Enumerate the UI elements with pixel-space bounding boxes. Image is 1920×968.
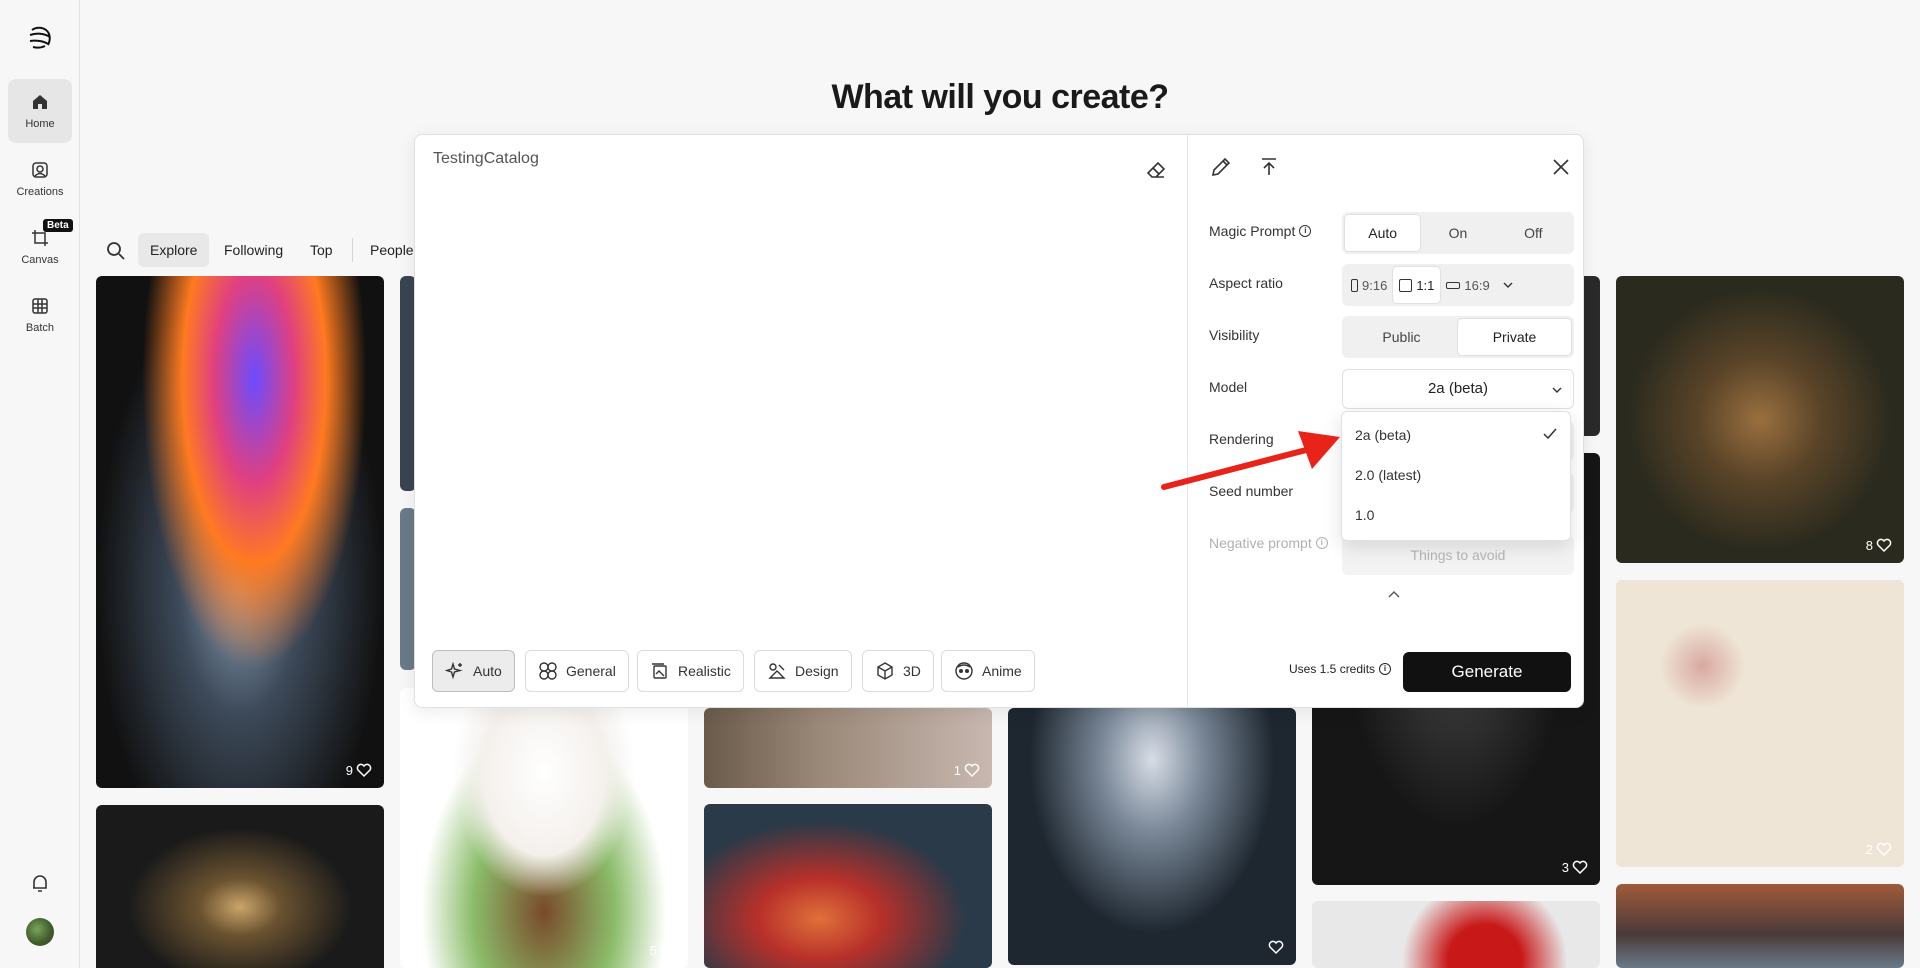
gallery-image[interactable]: 8 — [1616, 276, 1904, 563]
heart-icon — [1876, 842, 1892, 857]
anime-face-icon — [955, 662, 973, 680]
chevron-down-icon — [1503, 282, 1513, 288]
model-option-1-0[interactable]: 1.0 — [1355, 507, 1374, 523]
checkmark-icon — [1543, 428, 1557, 440]
aspect-ratio-toggle: 9:16 1:1 16:9 — [1342, 264, 1574, 306]
gallery-image[interactable]: 5 — [400, 688, 688, 968]
gallery-image[interactable] — [1616, 884, 1904, 968]
credits-info: Uses 1.5 credits i — [1289, 662, 1392, 676]
gallery-image[interactable] — [1312, 901, 1600, 968]
info-icon[interactable]: i — [1315, 537, 1328, 549]
aspect-ratio-9-16[interactable]: 9:16 — [1345, 267, 1393, 303]
sparkle-icon — [445, 661, 463, 680]
notifications-bell-icon[interactable] — [29, 872, 51, 894]
sidebar-item-label: Creations — [16, 186, 64, 198]
visibility-label: Visibility — [1209, 327, 1260, 343]
landscape-icon — [1446, 281, 1461, 289]
heart-icon — [964, 763, 980, 778]
gallery-image[interactable]: 1 — [704, 708, 992, 788]
design-icon — [768, 663, 786, 679]
filter-tab-following[interactable]: Following — [212, 233, 295, 267]
cube-icon — [877, 662, 893, 680]
generate-button[interactable]: Generate — [1403, 652, 1571, 692]
like-counter[interactable]: 1 — [954, 762, 980, 778]
pencil-icon[interactable] — [1209, 155, 1233, 179]
heart-icon — [1572, 860, 1588, 875]
square-icon — [1399, 278, 1413, 292]
general-icon — [539, 662, 557, 680]
like-counter[interactable]: 5 — [650, 942, 676, 958]
gallery-image[interactable] — [96, 805, 384, 968]
negative-prompt-input[interactable]: Things to avoid — [1342, 535, 1574, 575]
aspect-ratio-more[interactable] — [1496, 267, 1520, 303]
sidebar-item-batch[interactable]: Batch — [8, 283, 72, 347]
like-counter[interactable]: 9 — [346, 762, 372, 778]
gallery-image[interactable] — [704, 804, 992, 968]
style-chip-design[interactable]: Design — [754, 650, 852, 692]
like-counter[interactable]: 8 — [1866, 537, 1892, 553]
chevron-down-icon — [1552, 387, 1562, 393]
negative-prompt-label: Negative prompt i — [1209, 535, 1328, 551]
like-counter[interactable]: 2 — [1866, 841, 1892, 857]
magic-prompt-auto[interactable]: Auto — [1345, 215, 1421, 251]
visibility-toggle: Public Private — [1342, 316, 1574, 358]
beta-badge: Beta — [43, 219, 73, 232]
like-counter[interactable] — [1268, 939, 1284, 955]
page-title: What will you create? — [831, 78, 1169, 116]
filter-tab-explore[interactable]: Explore — [138, 233, 210, 267]
gallery-image[interactable]: 2 — [1616, 580, 1904, 867]
creations-icon — [32, 162, 48, 178]
style-chip-auto[interactable]: Auto — [432, 650, 515, 692]
style-chip-3d[interactable]: 3D — [862, 650, 934, 692]
sidebar: Home Creations Canvas Beta Batch — [0, 0, 80, 968]
like-counter[interactable]: 3 — [1562, 859, 1588, 875]
heart-icon — [1876, 538, 1892, 553]
gallery-image[interactable] — [1008, 708, 1296, 965]
portrait-icon — [1351, 278, 1358, 292]
filter-divider — [352, 238, 353, 262]
realistic-icon — [652, 663, 667, 679]
visibility-private[interactable]: Private — [1458, 319, 1571, 355]
heart-icon — [1268, 940, 1284, 955]
style-chip-realistic[interactable]: Realistic — [637, 650, 744, 692]
filter-tab-top[interactable]: Top — [298, 233, 345, 267]
heart-icon — [660, 943, 676, 958]
info-icon[interactable]: i — [1299, 225, 1312, 237]
aspect-ratio-1-1[interactable]: 1:1 — [1393, 267, 1441, 303]
magic-prompt-off[interactable]: Off — [1496, 215, 1571, 251]
model-select[interactable]: 2a (beta) — [1342, 369, 1574, 409]
prompt-area[interactable]: TestingCatalog Auto General Realistic De… — [415, 135, 1188, 707]
style-chip-general[interactable]: General — [525, 650, 629, 692]
model-label: Model — [1209, 379, 1248, 395]
user-avatar[interactable] — [26, 918, 54, 946]
heart-icon — [356, 763, 372, 778]
sidebar-item-label: Home — [25, 118, 55, 130]
red-arrow-annotation — [1161, 431, 1340, 490]
visibility-public[interactable]: Public — [1345, 319, 1458, 355]
magic-prompt-on[interactable]: On — [1420, 215, 1495, 251]
info-icon[interactable]: i — [1379, 663, 1392, 675]
aspect-ratio-16-9[interactable]: 16:9 — [1440, 267, 1495, 303]
magic-prompt-label: Magic Prompt i — [1209, 223, 1312, 239]
sidebar-item-label: Canvas — [21, 254, 59, 266]
model-option-2a-beta[interactable]: 2a (beta) — [1355, 427, 1411, 443]
search-icon[interactable] — [106, 241, 126, 261]
sidebar-item-creations[interactable]: Creations — [8, 147, 72, 211]
eraser-icon[interactable] — [1144, 157, 1168, 181]
prompt-input[interactable]: TestingCatalog — [433, 150, 539, 168]
sidebar-item-label: Batch — [25, 322, 55, 334]
aspect-ratio-label: Aspect ratio — [1209, 275, 1283, 291]
gallery-image[interactable]: 9 — [96, 276, 384, 788]
upload-icon[interactable] — [1257, 155, 1281, 179]
magic-prompt-toggle: Auto On Off — [1342, 212, 1574, 254]
close-icon[interactable] — [1549, 155, 1573, 179]
model-dropdown-menu: 2a (beta) 2.0 (latest) 1.0 — [1341, 411, 1571, 541]
app-logo-icon[interactable] — [24, 22, 56, 54]
model-option-2-0-latest[interactable]: 2.0 (latest) — [1355, 467, 1421, 483]
chevron-up-icon[interactable] — [1386, 587, 1402, 603]
style-chip-anime[interactable]: Anime — [941, 650, 1035, 692]
batch-icon — [32, 298, 48, 314]
